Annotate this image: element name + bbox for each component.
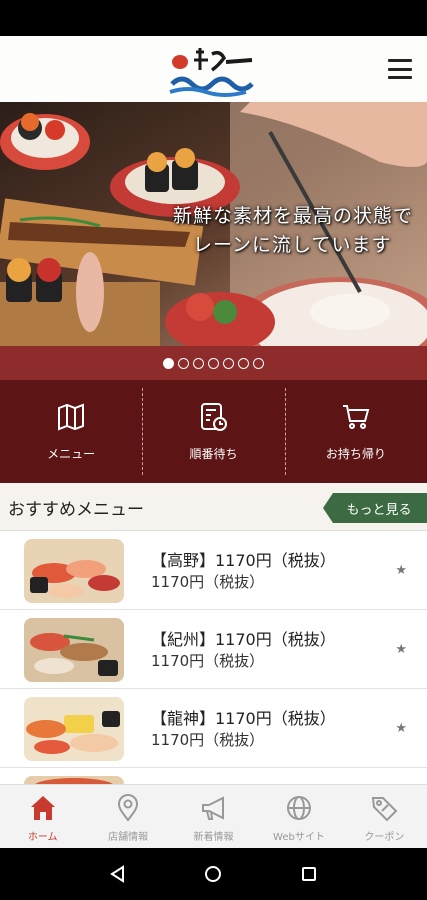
queue-button-label: 順番待ち	[189, 447, 238, 461]
menu-item-name: 【紀州】1170円（税抜）	[151, 630, 336, 649]
menu-button[interactable]: メニュー	[0, 380, 142, 483]
takeout-button[interactable]: お持ち帰り	[284, 380, 427, 483]
recommend-list: 【高野】1170円（税抜） 1170円（税抜） ★ 【紀州】1170円（税抜） …	[0, 531, 427, 784]
sushi-thumbnail	[24, 618, 124, 682]
carousel-indicator	[0, 346, 427, 380]
home-icon	[30, 796, 55, 820]
menu-item-name: 【龍神】1170円（税抜）	[151, 709, 336, 728]
queue-button[interactable]: 順番待ち	[142, 380, 284, 483]
list-item[interactable]: 【高野】1170円（税抜） 1170円（税抜） ★	[0, 531, 427, 610]
tab-coupon[interactable]: クーポン	[342, 785, 427, 848]
list-item[interactable]: 【紀州】1170円（税抜） 1170円（税抜） ★	[0, 610, 427, 689]
tab-coupon-label: クーポン	[364, 832, 405, 843]
megaphone-icon	[201, 796, 224, 820]
cart-icon	[342, 405, 370, 429]
see-more-button[interactable]: もっと見る	[323, 493, 427, 523]
star-icon[interactable]: ★	[395, 642, 407, 657]
carousel-dot[interactable]	[163, 357, 174, 369]
menu-button-label: メニュー	[47, 447, 96, 461]
carousel-dot[interactable]	[253, 357, 264, 369]
status-bar	[0, 0, 427, 36]
star-icon[interactable]: ★	[395, 721, 407, 736]
tab-home-label: ホーム	[27, 832, 58, 843]
home-circle-icon[interactable]	[203, 864, 223, 884]
sushi-thumbnail	[24, 539, 124, 603]
coupon-icon	[372, 797, 398, 822]
quick-nav: メニュー 順番待ち お持ち帰り	[0, 380, 427, 483]
hero-catchphrase: 新鮮な素材を最高の状態で レーンに流しています	[173, 202, 413, 260]
recents-icon[interactable]	[299, 864, 319, 884]
location-icon	[118, 794, 139, 822]
book-icon	[58, 403, 85, 431]
app-header	[0, 36, 427, 102]
list-item[interactable]	[0, 768, 427, 784]
back-icon[interactable]	[108, 864, 128, 884]
sushi-thumbnail	[24, 776, 124, 784]
bottom-tab-bar: ホーム 店舗情報 新着情報 Webサイト クーポン	[0, 784, 427, 848]
sushi-thumbnail	[24, 697, 124, 761]
menu-item-name: 【高野】1170円（税抜）	[151, 551, 336, 570]
tab-home[interactable]: ホーム	[0, 785, 85, 848]
takeout-button-label: お持ち帰り	[325, 447, 386, 461]
hamburger-icon-bar	[388, 59, 412, 62]
ticket-clock-icon	[201, 403, 228, 431]
carousel-dot[interactable]	[238, 357, 249, 369]
system-nav-bar	[0, 848, 427, 900]
menu-item-price: 1170円（税抜）	[151, 652, 265, 670]
carousel-dot[interactable]	[223, 357, 234, 369]
carousel-dot[interactable]	[193, 357, 204, 369]
tab-news[interactable]: 新着情報	[171, 785, 256, 848]
hamburger-menu-button[interactable]	[385, 54, 415, 84]
hamburger-icon-bar	[388, 76, 412, 79]
tab-website-label: Webサイト	[273, 832, 325, 843]
tab-store-info-label: 店舗情報	[108, 832, 149, 843]
menu-item-price: 1170円（税抜）	[151, 573, 265, 591]
hero-line-1: 新鮮な素材を最高の状態で	[172, 205, 413, 227]
hamburger-icon-bar	[388, 67, 412, 71]
carousel-dot[interactable]	[208, 357, 219, 369]
menu-item-price: 1170円（税抜）	[151, 731, 265, 749]
tab-website[interactable]: Webサイト	[256, 785, 341, 848]
star-icon[interactable]: ★	[395, 563, 407, 578]
hero-banner[interactable]: 新鮮な素材を最高の状態で レーンに流しています	[0, 102, 427, 346]
tab-store-info[interactable]: 店舗情報	[85, 785, 170, 848]
hero-line-2: レーンに流しています	[192, 234, 392, 256]
tab-news-label: 新着情報	[193, 832, 234, 843]
carousel-dot[interactable]	[178, 357, 189, 369]
globe-icon	[286, 796, 311, 820]
section-title: おすすめメニュー	[8, 500, 144, 520]
logo	[169, 48, 254, 97]
list-item[interactable]: 【龍神】1170円（税抜） 1170円（税抜） ★	[0, 689, 427, 768]
recommend-header: おすすめメニュー もっと見る	[0, 483, 427, 531]
